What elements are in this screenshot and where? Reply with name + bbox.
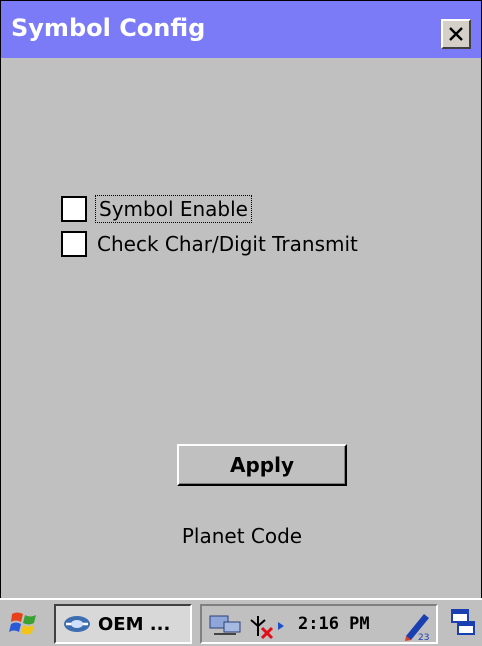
close-button[interactable] <box>441 19 471 49</box>
window-title: Symbol Config <box>11 14 206 42</box>
apply-button[interactable]: Apply <box>177 444 347 486</box>
content-area: Symbol Enable Check Char/Digit Transmit … <box>1 58 481 598</box>
input-panel-icon[interactable]: 23 <box>402 610 432 646</box>
close-icon <box>449 27 463 41</box>
svg-text:23: 23 <box>418 633 429 642</box>
check-char-transmit-checkbox[interactable] <box>61 231 87 257</box>
task-label: OEM ... <box>98 613 171 635</box>
symbol-enable-label[interactable]: Symbol Enable <box>95 195 252 223</box>
symbol-enable-checkbox[interactable] <box>61 196 87 222</box>
antenna-disconnected-icon[interactable] <box>248 612 288 644</box>
symbology-name-label: Planet Code <box>181 524 303 548</box>
system-tray: 2:16 PM 23 <box>200 604 438 644</box>
taskbar: OEM ... 2:16 PM 23 <box>0 598 482 646</box>
title-bar: Symbol Config <box>1 1 481 58</box>
oem-task-button[interactable]: OEM ... <box>54 604 192 644</box>
check-char-transmit-option[interactable]: Check Char/Digit Transmit <box>61 231 358 257</box>
check-char-transmit-label[interactable]: Check Char/Digit Transmit <box>97 232 358 256</box>
clock[interactable]: 2:16 PM <box>298 614 370 634</box>
oem-app-icon <box>64 616 90 632</box>
network-icon[interactable] <box>208 612 242 642</box>
symbol-enable-option[interactable]: Symbol Enable <box>61 195 252 223</box>
windows-start-icon[interactable] <box>8 608 42 640</box>
desktop-switch-icon[interactable] <box>448 608 476 642</box>
